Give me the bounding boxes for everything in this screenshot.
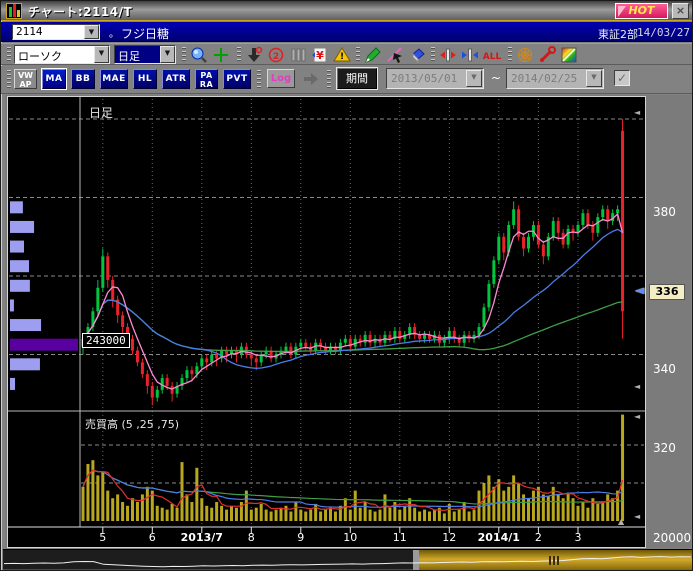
volume-pane-label: 売買高 (5 ,25 ,75) bbox=[85, 416, 179, 432]
svg-text:5: 5 bbox=[99, 531, 106, 544]
svg-text:3: 3 bbox=[575, 531, 582, 544]
chart-window: チャート:2114/T HOT × ▼ 。 フジ日糖 東証2部 14/03/27… bbox=[0, 0, 693, 571]
trendline-cursor-icon[interactable] bbox=[385, 45, 405, 64]
toolbar-grip[interactable] bbox=[237, 47, 241, 63]
minimap-grip[interactable] bbox=[549, 556, 561, 565]
volume-tick-20000: 20000 bbox=[653, 531, 691, 545]
svg-text:12: 12 bbox=[442, 531, 456, 544]
svg-text:!: ! bbox=[340, 52, 344, 62]
scroll-up-arrow-icon[interactable]: ▲ bbox=[618, 518, 624, 526]
svg-text:11: 11 bbox=[393, 531, 407, 544]
chart-canvas[interactable]: 5 6 2013/7 8 9 10 11 12 2014/1 2 3 日足 売買高 (5 ,25 ,… bbox=[7, 96, 646, 548]
alert-triangle-icon[interactable]: ! bbox=[332, 45, 352, 64]
svg-text:2014/1: 2014/1 bbox=[478, 531, 520, 544]
minimap-sparkline bbox=[3, 550, 692, 571]
date-to-value: 2014/02/25 bbox=[511, 72, 577, 85]
chart-frame: 5 6 2013/7 8 9 10 11 12 2014/1 2 3 日足 売買高 (5 ,25 ,… bbox=[5, 95, 691, 548]
chart-type-combobox[interactable]: ローソク ▼ bbox=[14, 45, 110, 64]
quote-bar: ▼ 。 フジ日糖 東証2部 14/03/27 bbox=[1, 22, 693, 42]
zoom-icon[interactable] bbox=[189, 45, 209, 64]
capture-download-icon[interactable] bbox=[244, 45, 264, 64]
price-tick-380: 380 bbox=[653, 205, 676, 219]
svg-text:2: 2 bbox=[535, 531, 542, 544]
current-price-arrow-icon: ◄ bbox=[635, 283, 644, 297]
scroll-left-arrow-icon[interactable]: ◄ bbox=[634, 383, 640, 391]
toolbar-grip[interactable] bbox=[431, 47, 435, 63]
title-bar: チャート:2114/T HOT × bbox=[1, 1, 693, 21]
timeframe-combobox[interactable]: 日足 ▼ bbox=[114, 45, 176, 64]
svg-text:9: 9 bbox=[297, 531, 304, 544]
chart-type-dropdown-arrow-icon[interactable]: ▼ bbox=[94, 46, 109, 63]
pipe-arrow-icon[interactable] bbox=[301, 69, 321, 88]
yen-flag-icon[interactable]: ¥ bbox=[310, 45, 330, 64]
window-title: チャート:2114/T bbox=[28, 3, 132, 20]
toolbar-grip[interactable] bbox=[182, 47, 186, 63]
date-to-dropdown-arrow-icon[interactable]: ▼ bbox=[586, 70, 602, 87]
date-to-field[interactable]: 2014/02/25 ▼ bbox=[506, 68, 604, 89]
crosshair-icon[interactable] bbox=[211, 45, 231, 64]
market-label: 東証2部 bbox=[598, 26, 638, 42]
quote-date: 14/03/27 bbox=[637, 26, 690, 39]
color-palette-icon[interactable] bbox=[559, 45, 579, 64]
stock-name: フジ日糖 bbox=[121, 25, 169, 42]
bullet-icon: 。 bbox=[109, 25, 119, 40]
price-tick-320: 320 bbox=[653, 441, 676, 455]
price-tick-340: 340 bbox=[653, 362, 676, 376]
web-icon[interactable] bbox=[515, 45, 535, 64]
hot-badge[interactable]: HOT bbox=[615, 3, 668, 19]
volume-profile-value-label: 243000 bbox=[82, 333, 130, 348]
scroll-left-arrow-icon[interactable]: ◄ bbox=[634, 109, 640, 117]
close-button[interactable]: × bbox=[672, 3, 689, 19]
date-from-dropdown-arrow-icon[interactable]: ▼ bbox=[466, 70, 482, 87]
scroll-left-arrow-icon[interactable]: ◄ bbox=[634, 413, 640, 421]
price-pane-label: 日足 bbox=[89, 104, 113, 121]
timeframe-value: 日足 bbox=[118, 48, 140, 64]
svg-text:6: 6 bbox=[149, 531, 156, 544]
svg-text:2013/7: 2013/7 bbox=[181, 531, 223, 544]
fit-time-icon[interactable] bbox=[460, 45, 480, 64]
svg-text:¥: ¥ bbox=[316, 49, 324, 62]
symbol-dropdown-arrow-icon[interactable]: ▼ bbox=[84, 25, 99, 39]
date-from-value: 2013/05/01 bbox=[391, 72, 457, 85]
wrench-settings-icon[interactable] bbox=[537, 45, 557, 64]
toolbar-grip[interactable] bbox=[257, 70, 261, 88]
period-toolbar: Log 期間 2013/05/01 ▼ ~ 2014/02/25 ▼ ✓ bbox=[1, 66, 693, 94]
current-price-label: 336 bbox=[649, 284, 685, 300]
pencil-draw-icon[interactable] bbox=[363, 45, 383, 64]
price-volume-chart[interactable]: 5 6 2013/7 8 9 10 11 12 2014/1 2 3 bbox=[8, 97, 645, 547]
chart-toolbar: ローソク ▼ 日足 ▼ 2 ¥ ! bbox=[1, 43, 693, 65]
eraser-icon[interactable] bbox=[407, 45, 427, 64]
log-scale-button[interactable]: Log bbox=[267, 69, 295, 88]
period-checkbox[interactable]: ✓ bbox=[614, 70, 630, 86]
svg-text:ALL: ALL bbox=[483, 52, 502, 62]
toolbar-grip[interactable] bbox=[327, 70, 331, 88]
date-from-field[interactable]: 2013/05/01 ▼ bbox=[386, 68, 484, 89]
svg-text:10: 10 bbox=[343, 531, 357, 544]
show-all-icon[interactable]: ALL bbox=[482, 45, 502, 64]
toolbar-grip[interactable] bbox=[7, 47, 11, 63]
range-separator: ~ bbox=[491, 71, 501, 85]
symbol-combobox[interactable]: ▼ bbox=[12, 24, 100, 40]
svg-text:8: 8 bbox=[248, 531, 255, 544]
toolbar-grip[interactable] bbox=[356, 47, 360, 63]
period-button[interactable]: 期間 bbox=[337, 68, 377, 89]
chart-type-value: ローソク bbox=[18, 48, 62, 64]
svg-text:2: 2 bbox=[273, 52, 279, 62]
toolbar-grip[interactable] bbox=[508, 47, 512, 63]
fit-price-icon[interactable] bbox=[438, 45, 458, 64]
range-minimap[interactable] bbox=[3, 549, 692, 570]
app-chart-icon bbox=[6, 3, 22, 19]
scroll-left-arrow-icon[interactable]: ◄ bbox=[634, 513, 640, 521]
grid-icon[interactable] bbox=[288, 45, 308, 64]
symbol-input[interactable] bbox=[14, 25, 80, 38]
timeframe-dropdown-arrow-icon[interactable]: ▼ bbox=[160, 46, 175, 63]
order-2-icon[interactable]: 2 bbox=[266, 45, 286, 64]
